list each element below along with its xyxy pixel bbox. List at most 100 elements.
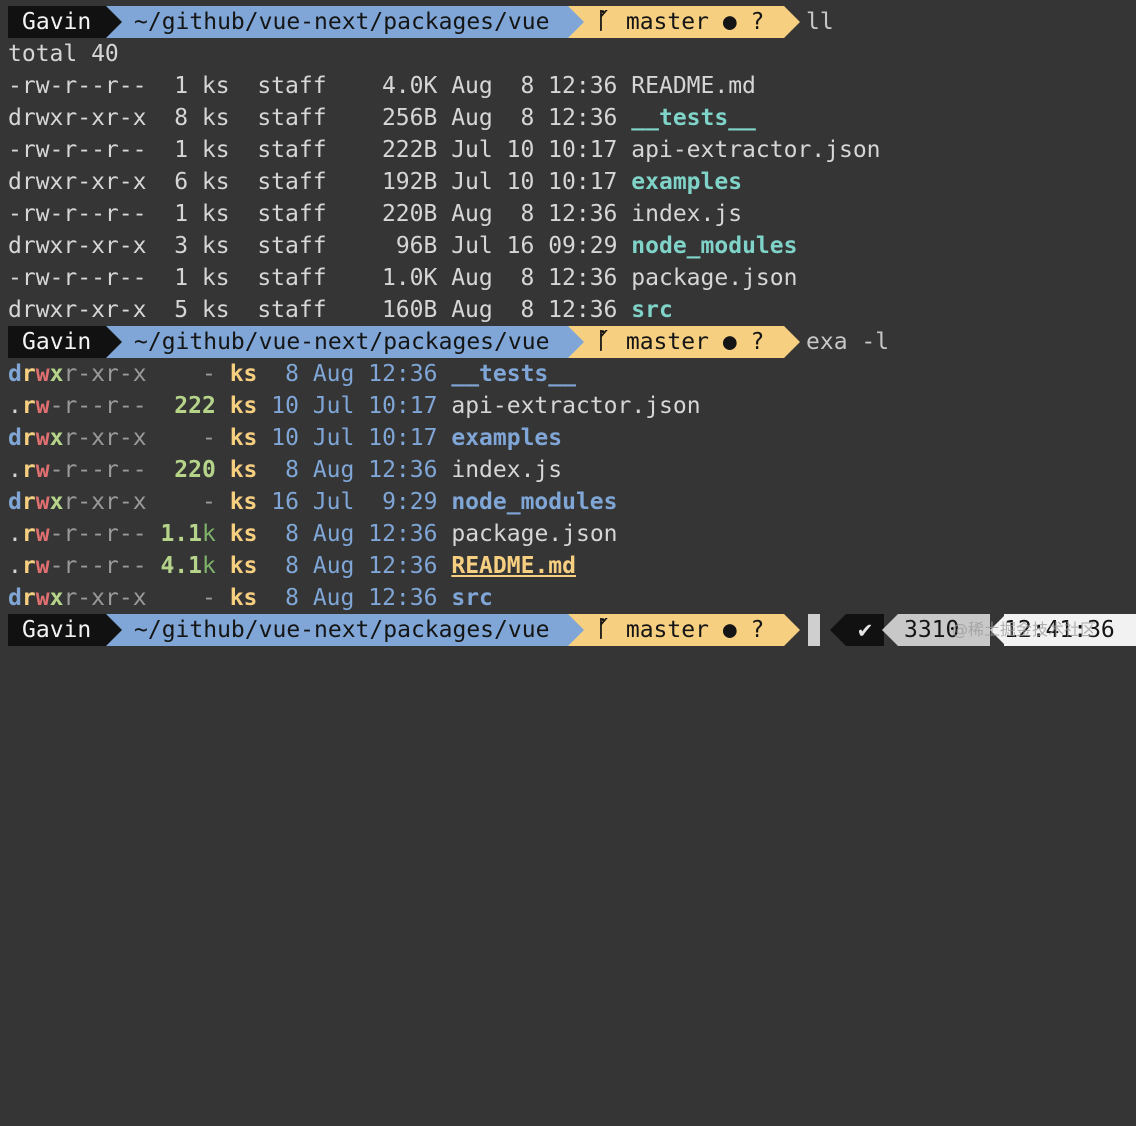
file-size: 1.0K <box>381 265 438 291</box>
file-owner: ks <box>229 553 258 579</box>
directory-name: __tests__ <box>631 105 756 131</box>
prompt-path: ~/github/vue-next/packages/vue <box>106 614 568 646</box>
file-permissions: drwxr-xr-x <box>8 585 147 611</box>
ls-row: drwxr-xr-x 3 ks staff 96B Jul 16 09:29 n… <box>8 230 797 262</box>
file-size: 256B <box>381 105 438 131</box>
file-permissions: .rw-r--r-- <box>8 553 147 579</box>
mod-day: 10 <box>506 137 535 163</box>
file-group: staff <box>257 265 327 291</box>
mod-month: Aug <box>312 585 355 611</box>
ls-row: -rw-r--r-- 1 ks staff 4.0K Aug 8 12:36 R… <box>8 70 756 102</box>
file-size: 96B <box>395 233 438 259</box>
mod-month: Jul <box>451 233 493 259</box>
file-name: api-extractor.json <box>631 137 881 163</box>
file-name: api-extractor.json <box>451 393 701 419</box>
mod-month: Jul <box>312 425 355 451</box>
file-size: - <box>201 361 216 387</box>
file-owner: ks <box>201 233 230 259</box>
file-name: package.json <box>451 521 618 547</box>
mod-time: 10:17 <box>548 169 618 195</box>
mod-day: 8 <box>520 73 535 99</box>
exa-row: drwxr-xr-x - ks 16 Jul 9:29 node_modules <box>8 486 618 518</box>
file-size-unit: k <box>202 553 216 579</box>
mod-day: 8 <box>520 201 535 227</box>
file-permissions: -rw-r--r-- <box>8 137 147 163</box>
exa-row: drwxr-xr-x - ks 10 Jul 10:17 examples <box>8 422 562 454</box>
file-owner: ks <box>201 201 230 227</box>
branch-name: master <box>625 617 709 643</box>
file-permissions: .rw-r--r-- <box>8 521 147 547</box>
directory-name: node_modules <box>631 233 798 259</box>
exa-row: drwxr-xr-x - ks 8 Aug 12:36 src <box>8 582 493 614</box>
prompt-line-current[interactable]: Gavin ~/github/vue-next/packages/vue ᚵ m… <box>0 614 1136 646</box>
prompt-user: Gavin <box>8 6 106 38</box>
file-size: 220 <box>174 457 216 483</box>
link-count: 1 <box>174 265 189 291</box>
mod-month: Aug <box>312 457 355 483</box>
file-owner: ks <box>229 457 258 483</box>
mod-day: 8 <box>285 457 299 483</box>
mod-month: Aug <box>312 553 355 579</box>
prompt-git: ᚵ master ● ? <box>568 614 784 646</box>
file-owner: ks <box>201 297 230 323</box>
status-ok-icon: ✔ <box>846 614 884 646</box>
mod-month: Jul <box>312 393 355 419</box>
file-owner: ks <box>229 361 258 387</box>
exa-row: .rw-r--r-- 1.1k ks 8 Aug 12:36 package.j… <box>8 518 618 550</box>
ls-row: drwxr-xr-x 6 ks staff 192B Jul 10 10:17 … <box>8 166 742 198</box>
prompt-line: Gavin ~/github/vue-next/packages/vue ᚵ m… <box>0 326 1136 358</box>
mod-time: 09:29 <box>548 233 618 259</box>
mod-day: 8 <box>285 361 299 387</box>
file-permissions: -rw-r--r-- <box>8 201 147 227</box>
mod-time: 10:17 <box>368 393 438 419</box>
mod-time: 12:36 <box>548 265 618 291</box>
file-size: - <box>201 585 216 611</box>
file-permissions: .rw-r--r-- <box>8 393 147 419</box>
file-owner: ks <box>229 425 258 451</box>
prompt-git: ᚵ master ● ? <box>568 326 784 358</box>
link-count: 6 <box>174 169 189 195</box>
mod-month: Jul <box>451 169 493 195</box>
segment-separator <box>106 614 122 646</box>
exa-row: .rw-r--r-- 4.1k ks 8 Aug 12:36 README.md <box>8 550 576 582</box>
file-permissions: drwxr-xr-x <box>8 489 147 515</box>
directory-name: node_modules <box>451 489 618 515</box>
file-name: index.js <box>631 201 743 227</box>
mod-month: Aug <box>451 297 493 323</box>
mod-time: 12:36 <box>548 201 618 227</box>
file-group: staff <box>257 233 327 259</box>
mod-time: 10:17 <box>368 425 438 451</box>
file-permissions: drwxr-xr-x <box>8 233 147 259</box>
mod-month: Aug <box>451 105 493 131</box>
prompt-git: ᚵ master ● ? <box>568 6 784 38</box>
mod-day: 8 <box>285 553 299 579</box>
segment-separator <box>568 614 584 646</box>
file-size: 4.0K <box>381 73 438 99</box>
file-size: 192B <box>381 169 438 195</box>
file-permissions: drwxr-xr-x <box>8 425 147 451</box>
prompt-user: Gavin <box>8 614 106 646</box>
file-owner: ks <box>201 169 230 195</box>
mod-time: 12:36 <box>368 553 438 579</box>
file-name: README.md <box>631 73 756 99</box>
mod-month: Aug <box>451 73 493 99</box>
terminal-window[interactable]: Gavin ~/github/vue-next/packages/vue ᚵ m… <box>0 0 1136 654</box>
segment-separator <box>784 614 800 646</box>
file-group: staff <box>257 297 327 323</box>
ls-row: -rw-r--r-- 1 ks staff 222B Jul 10 10:17 … <box>8 134 881 166</box>
mod-time: 12:36 <box>368 585 438 611</box>
segment-separator <box>106 6 122 38</box>
file-owner: ks <box>229 585 258 611</box>
file-owner: ks <box>229 393 258 419</box>
branch-name: master <box>625 329 709 355</box>
mod-time: 9:29 <box>382 489 438 515</box>
file-permissions: -rw-r--r-- <box>8 73 147 99</box>
mod-day: 10 <box>271 425 299 451</box>
directory-name: src <box>451 585 493 611</box>
file-permissions: drwxr-xr-x <box>8 361 147 387</box>
branch-icon: ᚵ <box>596 617 610 643</box>
prompt-path: ~/github/vue-next/packages/vue <box>106 6 568 38</box>
file-permissions: drwxr-xr-x <box>8 297 147 323</box>
link-count: 8 <box>174 105 189 131</box>
text-cursor[interactable] <box>808 614 820 646</box>
